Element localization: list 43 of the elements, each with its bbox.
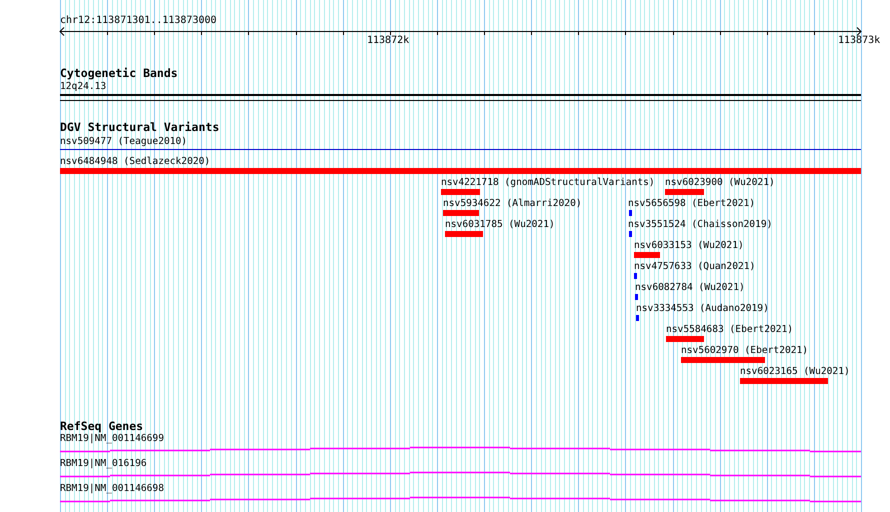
location-label: chr12:113871301..113873000 <box>60 15 217 26</box>
variant-bar[interactable] <box>60 168 861 174</box>
variant-label: nsv4221718 (gnomADStructuralVariants) <box>441 177 655 188</box>
variant-label: nsv6023165 (Wu2021) <box>740 366 850 377</box>
variant-label: nsv5934622 (Almarri2020) <box>443 198 582 209</box>
gene-label: RBM19|NM_001146699 <box>60 433 164 444</box>
variant-tick[interactable] <box>634 273 637 279</box>
gene-line-drawing[interactable] <box>59 496 862 502</box>
variant-label: nsv6031785 (Wu2021) <box>445 219 555 230</box>
variant-tick[interactable] <box>635 294 638 300</box>
gene-line-drawing[interactable] <box>59 472 862 478</box>
variant-tick[interactable] <box>629 210 632 216</box>
variant-label: nsv5656598 (Ebert2021) <box>628 198 756 209</box>
variant-label: nsv6023900 (Wu2021) <box>665 177 775 188</box>
ruler-label: 113872k <box>367 35 410 46</box>
variant-bar[interactable] <box>681 357 765 363</box>
variant-bar[interactable] <box>665 189 704 195</box>
variant-bar[interactable] <box>740 378 828 384</box>
variant-label: nsv3551524 (Chaisson2019) <box>628 219 772 230</box>
variant-tick[interactable] <box>629 231 632 237</box>
variant-label: nsv509477 (Teague2010) <box>60 136 188 147</box>
variant-bar[interactable] <box>445 231 483 237</box>
band-line[interactable] <box>60 94 861 96</box>
gene-label: RBM19|NM_001146698 <box>60 483 164 494</box>
variant-label: nsv6033153 (Wu2021) <box>634 240 744 251</box>
variant-label: nsv5584683 (Ebert2021) <box>666 324 794 335</box>
variant-label: nsv6082784 (Wu2021) <box>635 282 745 293</box>
track-title: Cytogenetic Bands <box>60 67 178 79</box>
variant-label: nsv3334553 (Audano2019) <box>636 303 769 314</box>
variant-tick[interactable] <box>636 315 639 321</box>
variant-bar[interactable] <box>634 252 660 258</box>
track-title: DGV Structural Variants <box>60 121 220 133</box>
gene-line-drawing[interactable] <box>59 446 862 452</box>
variant-label: nsv4757633 (Quan2021) <box>634 261 756 272</box>
variant-label: nsv6484948 (Sedlazeck2020) <box>60 156 210 167</box>
ruler-label: 113873k <box>838 35 880 46</box>
gene-label: RBM19|NM_016196 <box>60 458 147 469</box>
variant-label: nsv5602970 (Ebert2021) <box>681 345 808 356</box>
track-title: RefSeq Genes <box>60 420 144 432</box>
variant-bar[interactable] <box>666 336 704 342</box>
variant-bar[interactable] <box>443 210 479 216</box>
variant-bar[interactable] <box>441 189 480 195</box>
band-label: 12q24.13 <box>60 81 106 92</box>
